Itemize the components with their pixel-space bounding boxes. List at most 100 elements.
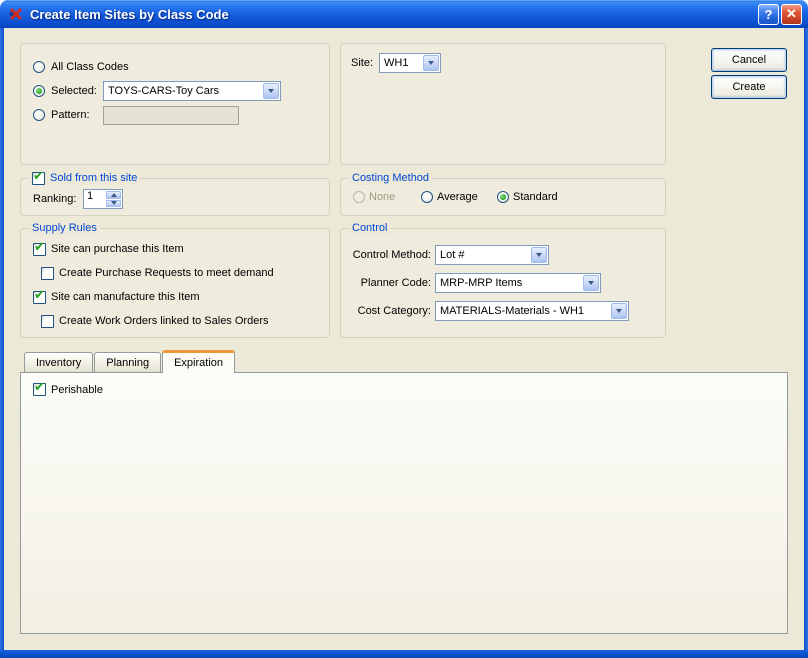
site-can-manufacture-option[interactable]: ✔ Site can manufacture this Item — [33, 290, 329, 304]
check-icon: ✔ — [34, 380, 45, 395]
cost-category-dropdown-button[interactable] — [611, 303, 627, 319]
check-icon: ✔ — [34, 288, 45, 303]
create-purchase-requests-checkbox[interactable]: ✔ — [41, 267, 54, 280]
site-can-purchase-option[interactable]: ✔ Site can purchase this Item — [33, 242, 329, 256]
selected-label: Selected: — [51, 85, 97, 97]
costing-none-label: None — [369, 191, 395, 203]
selected-radio[interactable] — [33, 85, 45, 97]
create-work-orders-checkbox[interactable]: ✔ — [41, 315, 54, 328]
all-class-codes-option[interactable]: All Class Codes — [33, 56, 129, 78]
expiration-tab-panel: ✔ Perishable — [20, 372, 788, 634]
sold-from-site-checkbox[interactable]: ✔ — [32, 172, 45, 185]
planner-code-combobox[interactable]: MRP-MRP Items — [435, 273, 601, 293]
ranking-label: Ranking: — [33, 193, 79, 205]
class-code-combobox-dropdown-button[interactable] — [263, 83, 279, 99]
all-class-codes-radio[interactable] — [33, 61, 45, 73]
window-border-right — [804, 28, 808, 658]
close-button[interactable]: ✕ — [781, 4, 802, 25]
class-code-group: All Class Codes Selected: TOYS-CARS-Toy … — [20, 43, 330, 165]
perishable-option[interactable]: ✔ Perishable — [33, 383, 103, 396]
costing-standard-option[interactable]: Standard — [497, 191, 558, 203]
ranking-spin-up-button[interactable] — [106, 191, 121, 199]
costing-average-label: Average — [437, 191, 478, 203]
costing-none-radio — [353, 191, 365, 203]
titlebar[interactable]: Create Item Sites by Class Code ? ✕ — [0, 0, 808, 28]
control-method-dropdown-button[interactable] — [531, 247, 547, 263]
chevron-down-icon — [536, 253, 542, 257]
create-button[interactable]: Create — [711, 75, 787, 99]
costing-method-title: Costing Method — [349, 171, 432, 185]
site-combobox[interactable]: WH1 — [379, 53, 441, 73]
chevron-down-icon — [268, 89, 274, 93]
create-purchase-requests-label: Create Purchase Requests to meet demand — [59, 267, 274, 279]
create-work-orders-option[interactable]: ✔ Create Work Orders linked to Sales Ord… — [41, 314, 329, 328]
control-method-combobox[interactable]: Lot # — [435, 245, 549, 265]
planner-code-value: MRP-MRP Items — [436, 274, 582, 292]
cost-category-label: Cost Category: — [349, 305, 431, 317]
window-border-bottom — [0, 650, 808, 658]
class-code-combobox[interactable]: TOYS-CARS-Toy Cars — [103, 81, 281, 101]
perishable-checkbox[interactable]: ✔ — [33, 383, 46, 396]
arrow-down-icon — [111, 201, 117, 205]
site-can-manufacture-checkbox[interactable]: ✔ — [33, 291, 46, 304]
costing-none-option: None — [353, 191, 395, 203]
dialog-window: Create Item Sites by Class Code ? ✕ All … — [0, 0, 808, 658]
chevron-down-icon — [616, 309, 622, 313]
pattern-input[interactable] — [103, 106, 239, 125]
sold-from-site-group: ✔ Sold from this site Ranking: — [20, 178, 330, 216]
cancel-button[interactable]: Cancel — [711, 48, 787, 72]
pattern-option[interactable]: Pattern: — [33, 104, 239, 126]
app-icon — [8, 6, 24, 22]
cancel-button-label: Cancel — [732, 54, 766, 66]
help-icon: ? — [765, 7, 773, 22]
create-button-label: Create — [732, 81, 765, 93]
dialog-body: All Class Codes Selected: TOYS-CARS-Toy … — [4, 28, 804, 650]
site-label: Site: — [351, 57, 373, 69]
all-class-codes-label: All Class Codes — [51, 61, 129, 73]
create-purchase-requests-option[interactable]: ✔ Create Purchase Requests to meet deman… — [41, 266, 329, 280]
costing-standard-radio[interactable] — [497, 191, 509, 203]
planner-code-label: Planner Code: — [349, 277, 431, 289]
costing-average-radio[interactable] — [421, 191, 433, 203]
supply-rules-title: Supply Rules — [29, 221, 100, 235]
pattern-radio[interactable] — [33, 109, 45, 121]
costing-method-group: Costing Method None Average Standard — [340, 178, 666, 216]
control-title: Control — [349, 221, 390, 235]
perishable-label: Perishable — [51, 384, 103, 396]
ranking-input[interactable] — [84, 190, 105, 202]
selected-class-code-option[interactable]: Selected: TOYS-CARS-Toy Cars — [33, 80, 281, 102]
arrow-up-icon — [111, 193, 117, 197]
control-group: Control Control Method: Lot # Planner Co… — [340, 228, 666, 338]
control-method-label: Control Method: — [349, 249, 431, 261]
tab-inventory-label: Inventory — [36, 357, 81, 369]
window-title: Create Item Sites by Class Code — [30, 7, 758, 22]
tab-planning[interactable]: Planning — [94, 352, 161, 372]
tab-inventory[interactable]: Inventory — [24, 352, 93, 372]
site-can-purchase-label: Site can purchase this Item — [51, 243, 184, 255]
supply-rules-group: Supply Rules ✔ Site can purchase this It… — [20, 228, 330, 338]
planner-code-dropdown-button[interactable] — [583, 275, 599, 291]
cost-category-combobox[interactable]: MATERIALS-Materials - WH1 — [435, 301, 629, 321]
site-can-purchase-checkbox[interactable]: ✔ — [33, 243, 46, 256]
chevron-down-icon — [428, 61, 434, 65]
tab-expiration-label: Expiration — [174, 357, 223, 369]
ranking-spin-down-button[interactable] — [106, 200, 121, 208]
ranking-spinner[interactable] — [83, 189, 123, 209]
sold-from-site-label: Sold from this site — [50, 172, 137, 184]
help-button[interactable]: ? — [758, 4, 779, 25]
site-combobox-value: WH1 — [380, 54, 422, 72]
sold-from-site-option[interactable]: ✔ Sold from this site — [29, 171, 140, 185]
site-can-manufacture-label: Site can manufacture this Item — [51, 291, 200, 303]
chevron-down-icon — [588, 281, 594, 285]
cost-category-value: MATERIALS-Materials - WH1 — [436, 302, 610, 320]
costing-average-option[interactable]: Average — [421, 191, 478, 203]
tab-planning-label: Planning — [106, 357, 149, 369]
costing-standard-label: Standard — [513, 191, 558, 203]
pattern-label: Pattern: — [51, 109, 97, 121]
site-combobox-dropdown-button[interactable] — [423, 55, 439, 71]
tab-expiration[interactable]: Expiration — [162, 350, 235, 373]
check-icon: ✔ — [34, 240, 45, 255]
tab-bar: Inventory Planning Expiration — [24, 350, 236, 372]
close-icon: ✕ — [786, 6, 797, 22]
control-method-value: Lot # — [436, 246, 530, 264]
